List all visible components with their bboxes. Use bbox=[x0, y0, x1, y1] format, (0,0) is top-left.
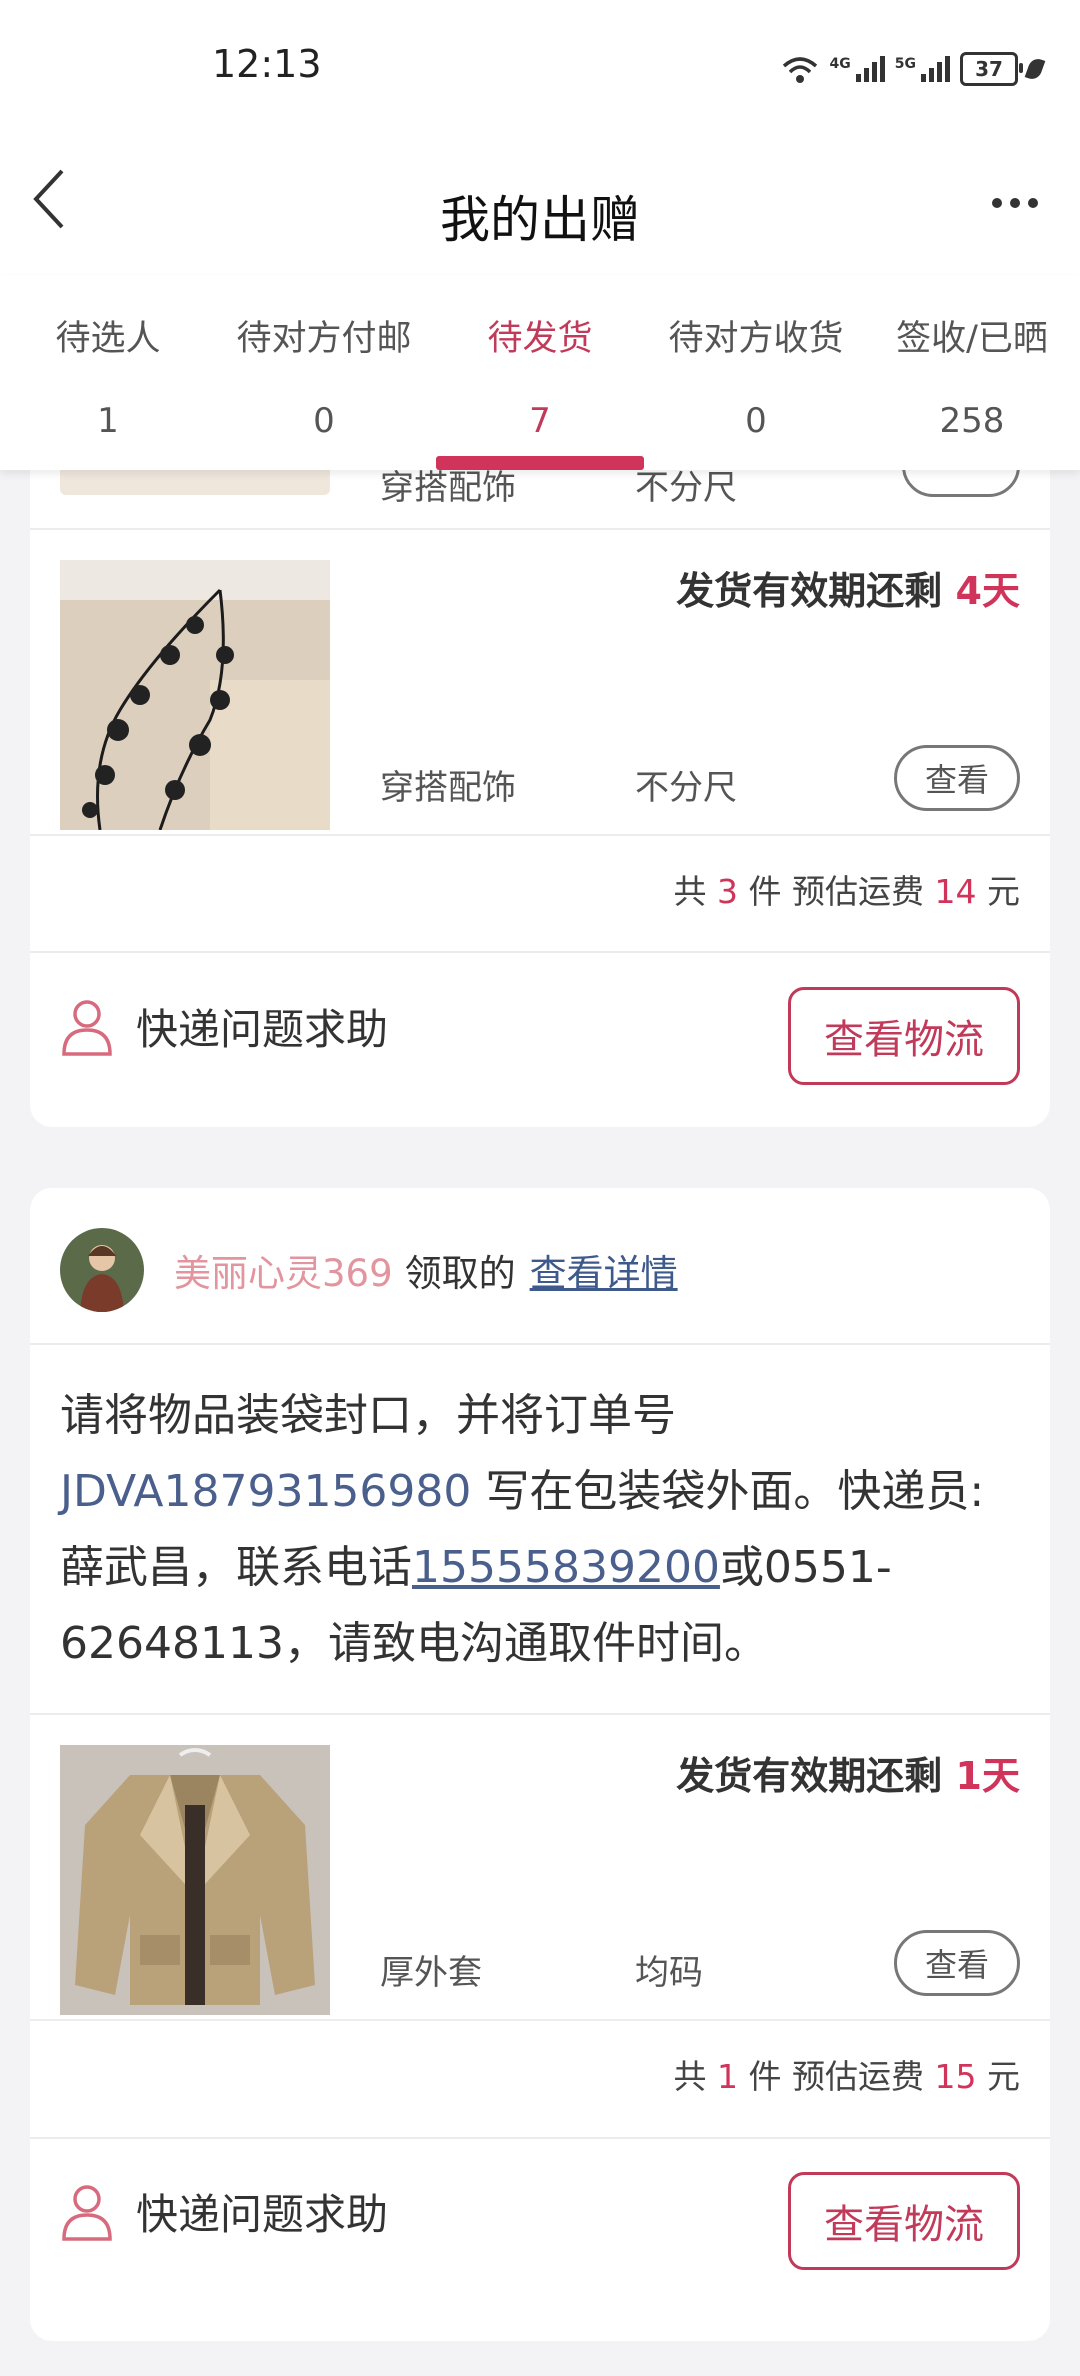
signal-5g-icon: 5G bbox=[895, 56, 950, 82]
help-label: 快递问题求助 bbox=[136, 2190, 389, 2239]
view-item-button[interactable] bbox=[902, 470, 1020, 497]
wifi-icon bbox=[782, 57, 817, 83]
shipping-fee: 14 bbox=[934, 872, 977, 911]
view-item-button[interactable]: 查看 bbox=[894, 745, 1020, 811]
view-logistics-button[interactable]: 查看物流 bbox=[788, 2172, 1020, 2270]
tab-count: 0 bbox=[745, 401, 767, 441]
more-button[interactable] bbox=[980, 173, 1050, 233]
courier-help-link[interactable]: 快递问题求助 bbox=[60, 2181, 388, 2242]
claimed-text: 领取的 bbox=[404, 1252, 516, 1295]
partial-item-row: 穿搭配饰 不分尺 bbox=[30, 470, 1050, 530]
tab-label: 待发货 bbox=[487, 319, 593, 359]
more-icon bbox=[992, 198, 1002, 208]
tab-label: 待对方收货 bbox=[668, 319, 844, 359]
order-card: 美丽心灵369 领取的 查看详情 请将物品装袋封口，并将订单号 JDVA1879… bbox=[30, 1188, 1050, 2341]
status-time: 12:13 bbox=[212, 42, 322, 86]
item-size: 不分尺 bbox=[635, 768, 737, 808]
item-thumbnail bbox=[60, 470, 330, 495]
status-bar: 12:13 4G 5G 37 bbox=[0, 0, 1080, 135]
tab-count: 1 bbox=[97, 401, 119, 441]
tab-pending-shipment[interactable]: 待发货 7 bbox=[432, 275, 648, 470]
item-thumbnail[interactable] bbox=[60, 560, 330, 830]
order-card: 穿搭配饰 不分尺 发货有效期还剩 4天 穿搭配饰 不分尺 查看 共 3 件 预估… bbox=[30, 470, 1050, 1127]
shipping-fee: 15 bbox=[934, 2057, 977, 2096]
order-summary: 共 1 件 预估运费 15 元 bbox=[673, 2057, 1021, 2096]
item-category: 厚外套 bbox=[380, 1953, 482, 1993]
active-tab-indicator bbox=[436, 456, 644, 470]
avatar[interactable] bbox=[60, 1228, 144, 1312]
leaf-icon bbox=[1024, 56, 1046, 82]
help-label: 快递问题求助 bbox=[136, 1005, 389, 1054]
person-icon bbox=[62, 2184, 112, 2241]
claimer-name[interactable]: 美丽心灵369 bbox=[174, 1243, 393, 1297]
tab-pending-receipt[interactable]: 待对方收货 0 bbox=[648, 275, 864, 470]
shipping-deadline: 发货有效期还剩 4天 bbox=[676, 569, 1020, 613]
courier-help-link[interactable]: 快递问题求助 bbox=[60, 996, 388, 1057]
view-logistics-button[interactable]: 查看物流 bbox=[788, 987, 1020, 1085]
item-count: 3 bbox=[717, 872, 738, 911]
shipping-instructions: 请将物品装袋封口，并将订单号 JDVA18793156980 写在包装袋外面。快… bbox=[60, 1390, 985, 1669]
view-item-button[interactable]: 查看 bbox=[894, 1930, 1020, 1996]
tab-count: 7 bbox=[529, 401, 551, 441]
status-tabs: 待选人 1 待对方付邮 0 待发货 7 待对方收货 0 签收/已晒 258 bbox=[0, 275, 1080, 470]
necklace-image bbox=[60, 560, 330, 830]
signal-4g-icon: 4G bbox=[830, 56, 885, 82]
order-number[interactable]: JDVA18793156980 bbox=[60, 1466, 471, 1517]
item-size: 均码 bbox=[635, 1953, 703, 1993]
tab-count: 0 bbox=[313, 401, 335, 441]
item-row: 发货有效期还剩 1天 厚外套 均码 查看 bbox=[30, 1715, 1050, 2015]
battery-icon: 37 bbox=[960, 52, 1023, 86]
tab-received[interactable]: 签收/已晒 258 bbox=[864, 275, 1080, 470]
person-icon bbox=[62, 999, 112, 1056]
tab-label: 待对方付邮 bbox=[236, 319, 412, 359]
page-title: 我的出赠 bbox=[440, 191, 640, 249]
item-count: 1 bbox=[717, 2057, 738, 2096]
shipping-deadline: 发货有效期还剩 1天 bbox=[676, 1754, 1020, 1798]
tab-pending-postage[interactable]: 待对方付邮 0 bbox=[216, 275, 432, 470]
courier-phone-link[interactable]: 15555839200 bbox=[412, 1542, 720, 1593]
order-summary: 共 3 件 预估运费 14 元 bbox=[673, 872, 1021, 911]
deadline-days: 4天 bbox=[955, 569, 1020, 613]
nav-bar: 我的出赠 bbox=[0, 135, 1080, 275]
item-thumbnail[interactable] bbox=[60, 1745, 330, 2015]
claimer-row: 美丽心灵369 领取的 查看详情 bbox=[60, 1228, 678, 1312]
tab-count: 258 bbox=[939, 401, 1005, 441]
tab-label: 待选人 bbox=[55, 319, 161, 359]
item-size: 不分尺 bbox=[635, 470, 737, 508]
tab-label: 签收/已晒 bbox=[896, 319, 1048, 359]
item-category: 穿搭配饰 bbox=[380, 768, 516, 808]
item-category: 穿搭配饰 bbox=[380, 470, 516, 508]
jacket-image bbox=[60, 1745, 330, 2015]
deadline-days: 1天 bbox=[955, 1754, 1020, 1798]
tab-pending-select[interactable]: 待选人 1 bbox=[0, 275, 216, 470]
view-details-link[interactable]: 查看详情 bbox=[530, 1243, 678, 1297]
status-icons: 4G 5G 37 bbox=[780, 52, 1046, 86]
item-row: 发货有效期还剩 4天 穿搭配饰 不分尺 查看 bbox=[30, 530, 1050, 830]
order-list[interactable]: 穿搭配饰 不分尺 发货有效期还剩 4天 穿搭配饰 不分尺 查看 共 3 件 预估… bbox=[0, 470, 1080, 2376]
